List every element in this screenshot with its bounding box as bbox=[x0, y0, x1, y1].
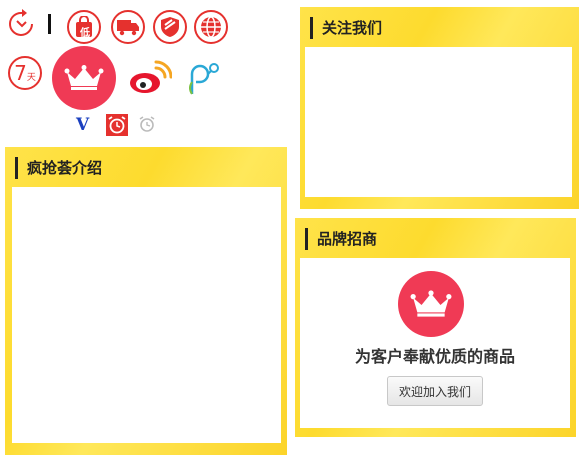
crown-icon[interactable] bbox=[52, 46, 116, 110]
shield-icon[interactable] bbox=[153, 10, 187, 44]
brand-tagline: 为客户奉献优质的商品 bbox=[354, 347, 515, 366]
join-us-button[interactable]: 欢迎加入我们 bbox=[387, 376, 483, 406]
divider bbox=[48, 14, 51, 34]
intro-title: 疯抢荟介绍 bbox=[15, 157, 102, 179]
seven-day-icon[interactable]: 7 天 bbox=[8, 56, 42, 90]
seven-day-label: 天 bbox=[26, 72, 36, 83]
alarm-clock-red-icon[interactable] bbox=[106, 114, 128, 136]
icon-grid: 低 7 天 V bbox=[0, 0, 240, 140]
seven-day-number: 7 bbox=[14, 61, 27, 85]
low-price-label: 低 bbox=[80, 28, 90, 39]
follow-us-body bbox=[305, 47, 572, 197]
brand-title: 品牌招商 bbox=[305, 228, 377, 250]
follow-us-title: 关注我们 bbox=[310, 17, 382, 39]
brand-crown-icon bbox=[398, 271, 464, 337]
low-price-icon[interactable]: 低 bbox=[67, 10, 101, 44]
follow-us-panel: 关注我们 bbox=[300, 7, 579, 209]
return-clock-icon[interactable] bbox=[6, 8, 38, 40]
vip-icon[interactable]: V bbox=[76, 115, 94, 135]
intro-body bbox=[12, 187, 281, 443]
globe-icon[interactable] bbox=[194, 10, 228, 44]
p-logo-icon[interactable] bbox=[184, 60, 224, 96]
weibo-icon[interactable] bbox=[128, 60, 173, 96]
intro-panel: 疯抢荟介绍 bbox=[5, 147, 287, 455]
alarm-clock-grey-icon[interactable] bbox=[137, 114, 157, 134]
truck-icon[interactable] bbox=[111, 10, 145, 44]
